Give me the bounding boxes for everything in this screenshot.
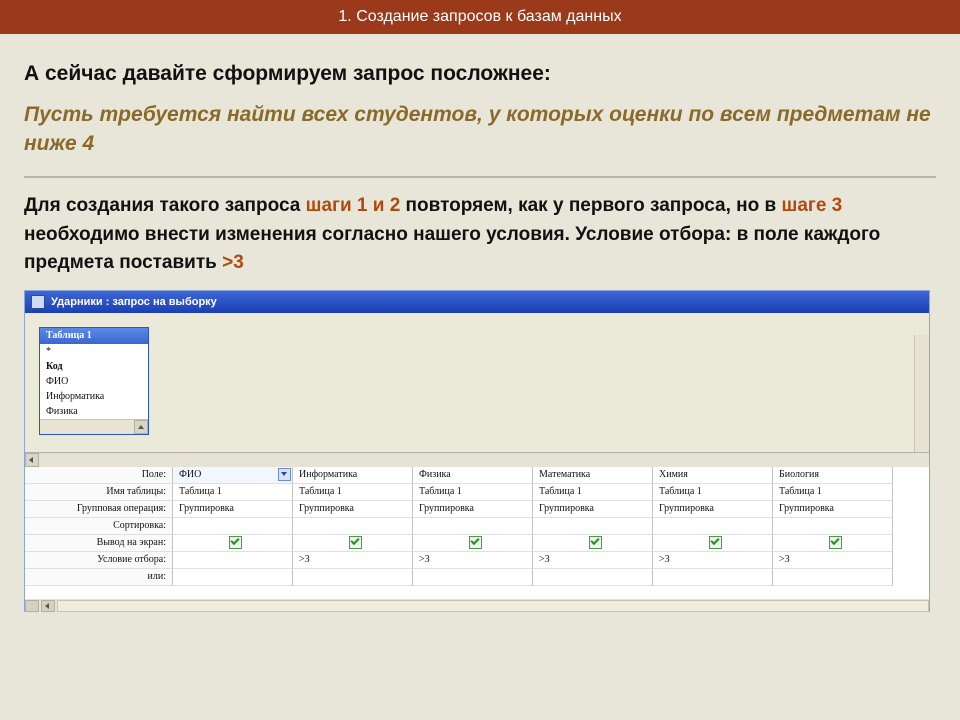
- row-label-sort: Сортировка:: [25, 518, 173, 535]
- slide-header: 1. Создание запросов к базам данных: [0, 0, 960, 34]
- row-label-criteria: Условие отбора:: [25, 552, 173, 569]
- tablebox-title: Таблица 1: [40, 328, 148, 344]
- or-cell[interactable]: [533, 569, 653, 586]
- scroll-left-button[interactable]: [25, 453, 39, 467]
- window-title-text: Ударники : запрос на выборку: [51, 291, 217, 313]
- criteria-cell[interactable]: >3: [773, 552, 893, 569]
- show-cell[interactable]: [413, 535, 533, 552]
- tablebox-item-star[interactable]: *: [40, 344, 148, 359]
- sort-cell[interactable]: [533, 518, 653, 535]
- field-cell[interactable]: Математика: [533, 467, 653, 484]
- show-cell[interactable]: [653, 535, 773, 552]
- show-cell[interactable]: [533, 535, 653, 552]
- nav-first-button[interactable]: [25, 600, 39, 612]
- table-cell[interactable]: Таблица 1: [533, 484, 653, 501]
- table-cell[interactable]: Таблица 1: [173, 484, 293, 501]
- row-label-table: Имя таблицы:: [25, 484, 173, 501]
- sort-cell[interactable]: [293, 518, 413, 535]
- criteria-cell[interactable]: >3: [653, 552, 773, 569]
- sort-cell[interactable]: [653, 518, 773, 535]
- table-cell[interactable]: Таблица 1: [653, 484, 773, 501]
- totals-cell[interactable]: Группировка: [653, 501, 773, 518]
- or-cell[interactable]: [653, 569, 773, 586]
- field-cell[interactable]: Химия: [653, 467, 773, 484]
- totals-cell[interactable]: Группировка: [533, 501, 653, 518]
- sort-cell[interactable]: [773, 518, 893, 535]
- checkbox-checked-icon[interactable]: [229, 536, 242, 549]
- show-cell[interactable]: [173, 535, 293, 552]
- instructions-paragraph: Для создания такого запроса шаги 1 и 2 п…: [24, 192, 936, 278]
- show-cell[interactable]: [773, 535, 893, 552]
- totals-cell[interactable]: Группировка: [413, 501, 533, 518]
- totals-cell[interactable]: Группировка: [773, 501, 893, 518]
- field-cell[interactable]: Биология: [773, 467, 893, 484]
- window-app-icon: [31, 295, 45, 309]
- query-design-window: Ударники : запрос на выборку Таблица 1 *…: [24, 290, 930, 612]
- criteria-cell[interactable]: >3: [413, 552, 533, 569]
- upper-pane-hscroll[interactable]: [25, 453, 929, 467]
- field-cell[interactable]: Физика: [413, 467, 533, 484]
- or-cell[interactable]: [293, 569, 413, 586]
- design-grid: Поле: ФИО Информатика Физика Математика …: [25, 467, 929, 586]
- show-cell[interactable]: [293, 535, 413, 552]
- scroll-track[interactable]: [57, 600, 929, 612]
- row-label-totals: Групповая операция:: [25, 501, 173, 518]
- table-cell[interactable]: Таблица 1: [773, 484, 893, 501]
- divider: [24, 176, 936, 178]
- row-label-field: Поле:: [25, 467, 173, 484]
- design-grid-area: Поле: ФИО Информатика Физика Математика …: [25, 452, 929, 613]
- nav-prev-button[interactable]: [41, 600, 55, 612]
- totals-cell[interactable]: Группировка: [293, 501, 413, 518]
- or-cell[interactable]: [173, 569, 293, 586]
- checkbox-checked-icon[interactable]: [469, 536, 482, 549]
- checkbox-checked-icon[interactable]: [349, 536, 362, 549]
- checkbox-checked-icon[interactable]: [709, 536, 722, 549]
- criteria-cell[interactable]: >3: [293, 552, 413, 569]
- checkbox-checked-icon[interactable]: [589, 536, 602, 549]
- intro-text: А сейчас давайте сформируем запрос посло…: [24, 58, 936, 90]
- tablebox-item[interactable]: Информатика: [40, 389, 148, 404]
- sort-cell[interactable]: [173, 518, 293, 535]
- field-cell[interactable]: ФИО: [173, 467, 293, 484]
- table-cell[interactable]: Таблица 1: [413, 484, 533, 501]
- criteria-cell[interactable]: >3: [533, 552, 653, 569]
- task-text: Пусть требуется найти всех студентов, у …: [24, 100, 936, 159]
- field-cell[interactable]: Информатика: [293, 467, 413, 484]
- dropdown-icon[interactable]: [278, 468, 291, 481]
- checkbox-checked-icon[interactable]: [829, 536, 842, 549]
- or-cell[interactable]: [773, 569, 893, 586]
- tablebox-item[interactable]: ФИО: [40, 374, 148, 389]
- tablebox-item[interactable]: Физика: [40, 404, 148, 419]
- row-label-or: или:: [25, 569, 173, 586]
- row-label-show: Вывод на экран:: [25, 535, 173, 552]
- criteria-cell[interactable]: [173, 552, 293, 569]
- upper-pane-vscroll[interactable]: [914, 335, 929, 453]
- totals-cell[interactable]: Группировка: [173, 501, 293, 518]
- tablebox-item-key[interactable]: Код: [40, 359, 148, 374]
- tablebox[interactable]: Таблица 1 * Код ФИО Информатика Физика: [39, 327, 149, 435]
- sort-cell[interactable]: [413, 518, 533, 535]
- or-cell[interactable]: [413, 569, 533, 586]
- scroll-up-button[interactable]: [134, 420, 148, 434]
- grid-hscroll[interactable]: [25, 599, 929, 613]
- window-titlebar: Ударники : запрос на выборку: [25, 291, 929, 313]
- table-cell[interactable]: Таблица 1: [293, 484, 413, 501]
